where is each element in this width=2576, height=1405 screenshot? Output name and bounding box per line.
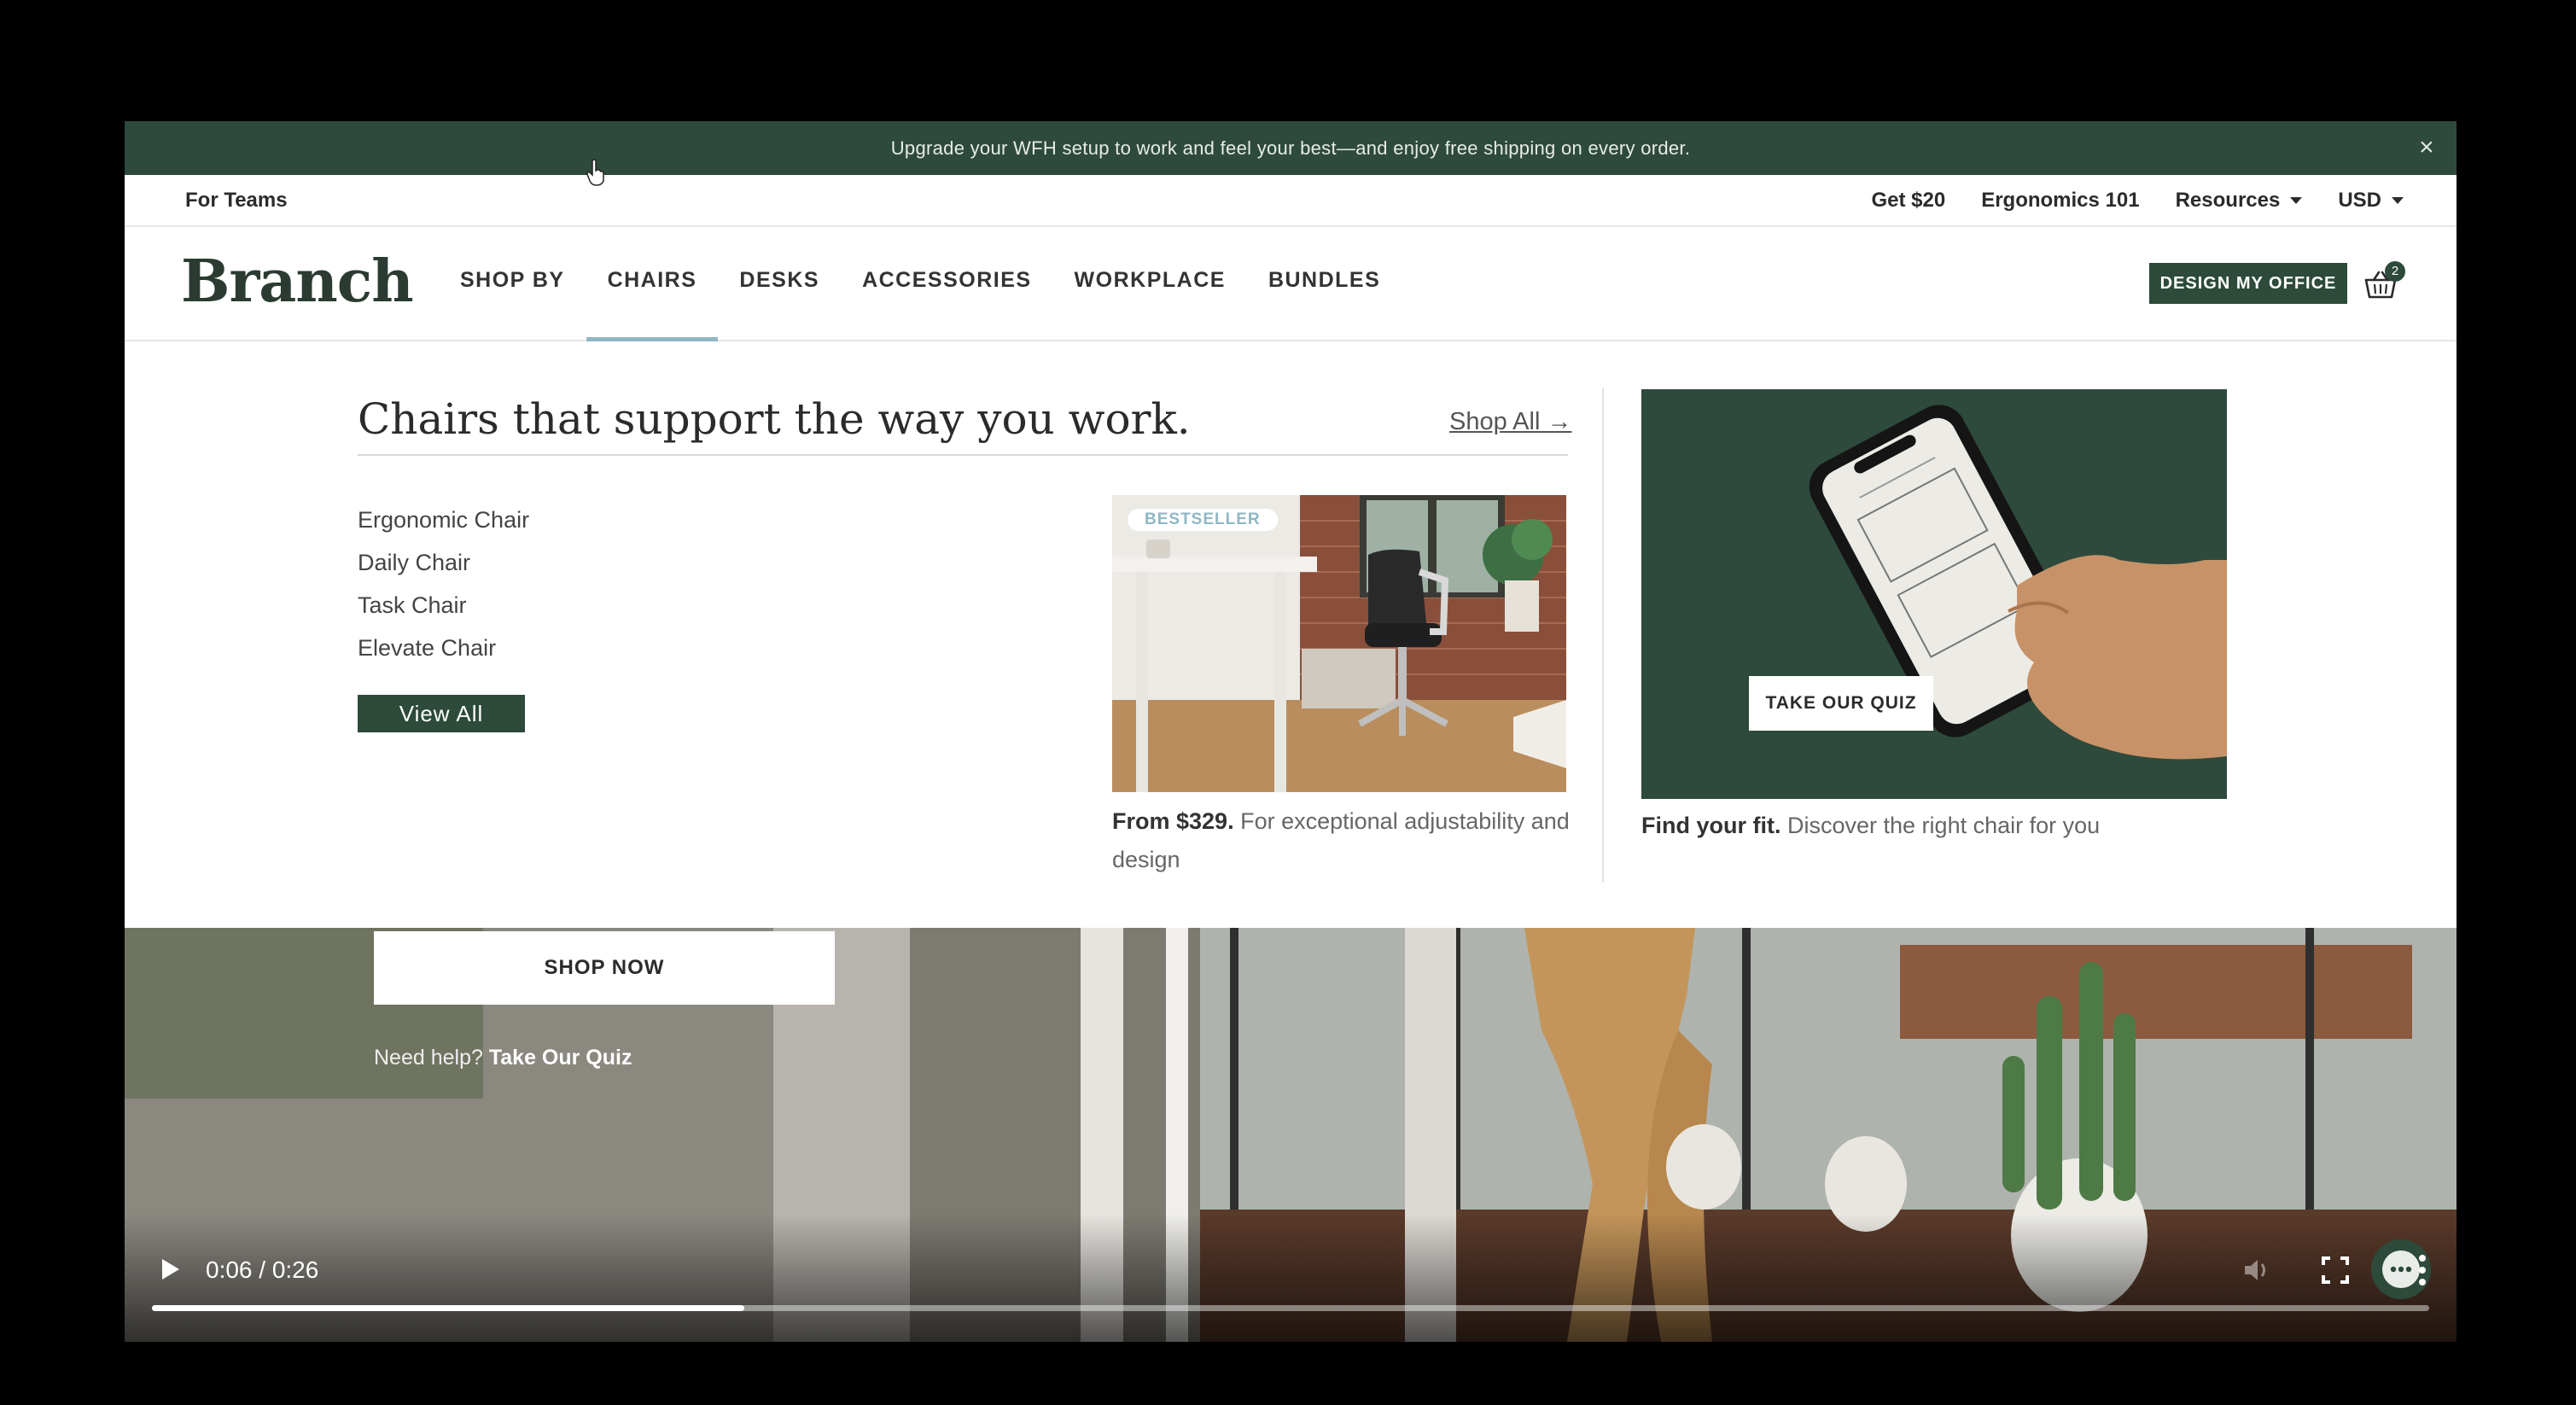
get-20-link[interactable]: Get $20 bbox=[1871, 189, 1945, 213]
nav-item-bundles[interactable]: BUNDLES bbox=[1247, 268, 1402, 341]
cart-button[interactable]: 2 bbox=[2363, 261, 2405, 304]
vertical-divider bbox=[1602, 388, 1604, 883]
view-all-button[interactable]: View All bbox=[358, 695, 525, 732]
quiz-caption: Find your fit. Discover the right chair … bbox=[1641, 813, 2100, 839]
currency-selector[interactable]: USD bbox=[2338, 189, 2404, 213]
video-time: 0:06 / 0:26 bbox=[206, 1256, 319, 1283]
promo-caption: From $329. For exceptional adjustability… bbox=[1112, 802, 1573, 879]
resources-label: Resources bbox=[2175, 188, 2281, 212]
bestseller-product-image[interactable]: BESTSELLER bbox=[1112, 495, 1566, 792]
nav-links: SHOP BY CHAIRS DESKS ACCESSORIES WORKPLA… bbox=[439, 268, 1402, 341]
need-help-text: Need help? Take Our Quiz bbox=[374, 1046, 632, 1070]
nav-item-desks[interactable]: DESKS bbox=[718, 268, 841, 341]
currency-label: USD bbox=[2338, 188, 2381, 212]
ergonomics-link[interactable]: Ergonomics 101 bbox=[1981, 189, 2139, 213]
chevron-down-icon bbox=[2392, 197, 2404, 205]
resources-menu[interactable]: Resources bbox=[2176, 189, 2303, 213]
shop-all-link[interactable]: Shop All → bbox=[1449, 408, 1571, 436]
browser-page: Upgrade your WFH setup to work and feel … bbox=[125, 121, 2457, 1342]
announcement-bar: Upgrade your WFH setup to work and feel … bbox=[125, 121, 2457, 175]
utility-links: Get $20 Ergonomics 101 Resources USD bbox=[1871, 189, 2404, 213]
main-nav: Branch SHOP BY CHAIRS DESKS ACCESSORIES … bbox=[125, 227, 2457, 341]
nav-item-chairs[interactable]: CHAIRS bbox=[586, 268, 719, 341]
more-options-icon[interactable] bbox=[2412, 1251, 2433, 1289]
fullscreen-icon[interactable] bbox=[2320, 1255, 2351, 1285]
take-our-quiz-link[interactable]: Take Our Quiz bbox=[489, 1046, 632, 1070]
cart-count-badge: 2 bbox=[2385, 261, 2405, 282]
bestseller-badge: BESTSELLER bbox=[1128, 509, 1278, 531]
quiz-caption-text: Discover the right chair for you bbox=[1787, 813, 2101, 838]
announcement-text: Upgrade your WFH setup to work and feel … bbox=[890, 137, 1691, 159]
phone-in-hand-illustration bbox=[1809, 405, 2227, 760]
quiz-caption-bold: Find your fit. bbox=[1641, 813, 1781, 838]
divider bbox=[358, 454, 1568, 456]
nav-item-shop-by[interactable]: SHOP BY bbox=[439, 268, 586, 341]
need-help-label: Need help? bbox=[374, 1046, 483, 1070]
utility-bar: For Teams Get $20 Ergonomics 101 Resourc… bbox=[125, 175, 2457, 227]
quiz-card[interactable]: TAKE OUR QUIZ bbox=[1641, 389, 2227, 799]
chevron-down-icon bbox=[2290, 197, 2303, 205]
nav-item-workplace[interactable]: WORKPLACE bbox=[1053, 268, 1247, 341]
shop-now-button[interactable]: SHOP NOW bbox=[374, 931, 835, 1005]
volume-icon[interactable] bbox=[2240, 1253, 2274, 1287]
video-controls: 0:06 / 0:26 bbox=[125, 1214, 2457, 1342]
chair-link-daily[interactable]: Daily Chair bbox=[358, 541, 529, 584]
for-teams-link[interactable]: For Teams bbox=[185, 189, 288, 213]
chair-link-task[interactable]: Task Chair bbox=[358, 584, 529, 627]
dropdown-title: Chairs that support the way you work. bbox=[358, 394, 1191, 444]
video-progress-fill bbox=[152, 1305, 744, 1311]
close-icon[interactable]: × bbox=[2412, 133, 2441, 162]
promo-price: From $329. bbox=[1112, 808, 1234, 834]
play-icon[interactable] bbox=[157, 1256, 183, 1282]
chair-list: Ergonomic Chair Daily Chair Task Chair E… bbox=[358, 498, 529, 669]
video-progress-bar[interactable] bbox=[152, 1305, 2429, 1311]
design-my-office-button[interactable]: DESIGN MY OFFICE bbox=[2149, 263, 2347, 304]
chairs-dropdown: Chairs that support the way you work. Sh… bbox=[125, 341, 2457, 928]
logo[interactable]: Branch bbox=[181, 248, 414, 316]
chair-link-elevate[interactable]: Elevate Chair bbox=[358, 627, 529, 669]
take-our-quiz-button[interactable]: TAKE OUR QUIZ bbox=[1749, 676, 1933, 731]
hero-video[interactable]: SHOP NOW Need help? Take Our Quiz 0:06 /… bbox=[125, 928, 2457, 1342]
hand-cursor-icon bbox=[586, 159, 604, 186]
nav-item-accessories[interactable]: ACCESSORIES bbox=[841, 268, 1052, 341]
chair-link-ergonomic[interactable]: Ergonomic Chair bbox=[358, 498, 529, 541]
office-chair-photo bbox=[1112, 495, 1566, 792]
